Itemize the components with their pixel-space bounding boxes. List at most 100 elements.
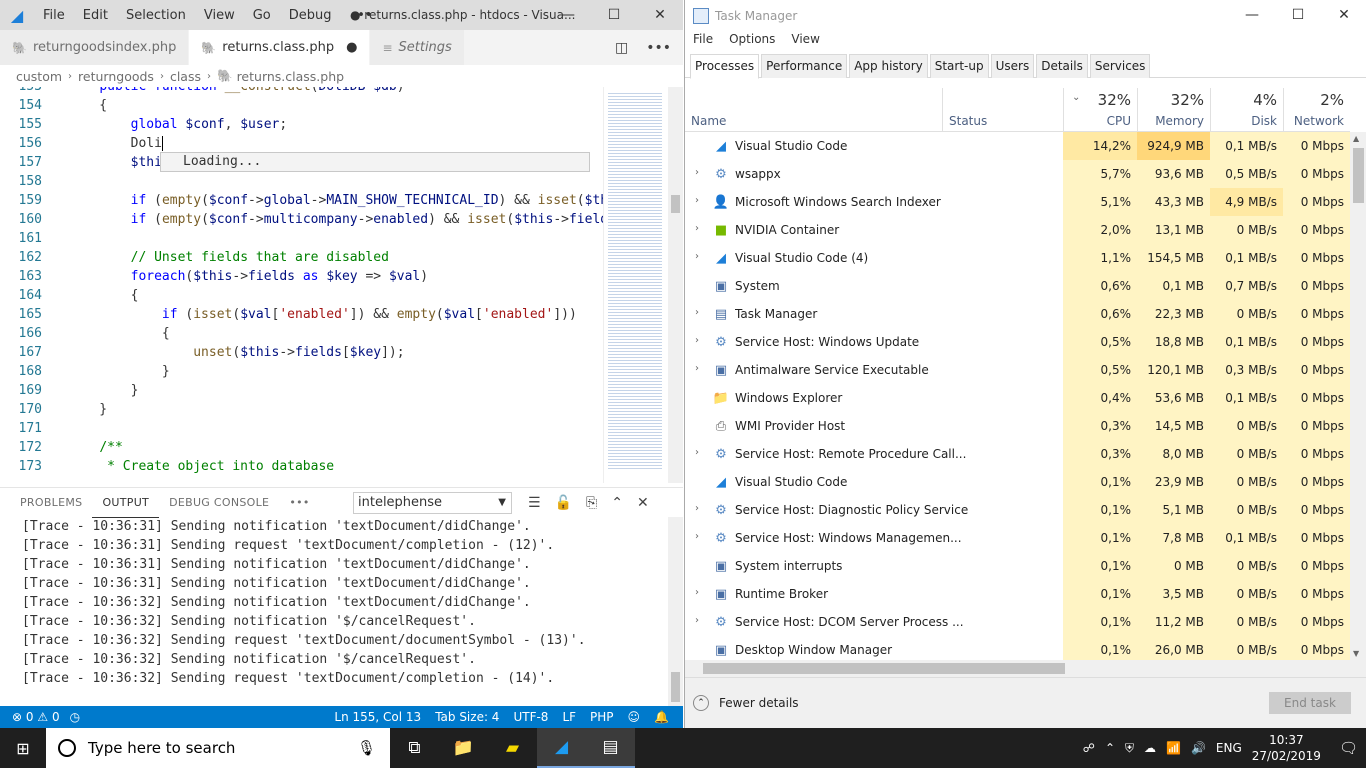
code-line[interactable]: { (68, 286, 603, 305)
process-row[interactable]: › 👤 Microsoft Windows Search Indexer 5,1% 43… (685, 188, 1350, 216)
problems-status[interactable]: ⊗ 0 ⚠ 0 (12, 710, 60, 724)
code-line[interactable]: if (empty($conf->global->MAIN_SHOW_TECHN… (68, 191, 603, 210)
process-row[interactable]: › ▣ Antimalware Service Executable 0,5% 120,… (685, 356, 1350, 384)
feedback-smiley-icon[interactable]: ☺ (628, 710, 641, 724)
process-row[interactable]: › ⚙ Service Host: Remote Procedure Call...… (685, 440, 1350, 468)
code-line[interactable]: public function __construct(DoliDB $db) (68, 87, 603, 96)
tab-processes[interactable]: Processes (690, 54, 760, 79)
code-line[interactable] (68, 172, 603, 191)
code-line[interactable]: global $conf, $user; (68, 115, 603, 134)
task-view-icon[interactable]: ⧉ (390, 728, 439, 768)
process-row[interactable]: ▣ Desktop Window Manager 0,1% 26,0 MB 0 MB/s… (685, 636, 1350, 660)
process-row[interactable]: › ⚙ Service Host: DCOM Server Process ... 0… (685, 608, 1350, 636)
input-language[interactable]: ENG (1216, 741, 1242, 755)
expand-chevron-icon[interactable]: › (695, 195, 699, 206)
scroll-down-icon[interactable]: ▼ (1353, 649, 1359, 658)
hscrollbar-thumb[interactable] (703, 663, 1065, 674)
editor-scrollbar[interactable] (668, 87, 683, 483)
column-network[interactable]: 2% Network (1283, 88, 1350, 132)
expand-chevron-icon[interactable]: › (695, 503, 699, 514)
process-row[interactable]: › ⚙ wsappx 5,7% 93,6 MB 0,5 MB/s 0 Mbps (685, 160, 1350, 188)
code-line[interactable]: foreach($this->fields as $key => $val) (68, 267, 603, 286)
suggest-widget[interactable]: Loading... (160, 152, 590, 172)
cursor-position[interactable]: Ln 155, Col 13 (334, 710, 421, 724)
menu-item[interactable]: Debug (280, 8, 341, 23)
defender-icon[interactable]: ⛨ (1125, 741, 1134, 756)
code-line[interactable]: Doli (68, 134, 603, 153)
people-icon[interactable]: ☍ (1083, 741, 1095, 755)
tab-users[interactable]: Users (990, 54, 1035, 78)
minimize-icon[interactable]: — (545, 0, 591, 30)
expand-chevron-icon[interactable]: › (695, 307, 699, 318)
output-log[interactable]: [Trace - 10:36:31] Sending notification … (0, 517, 668, 702)
code-line[interactable]: } (68, 381, 603, 400)
panel-more-icon[interactable]: ••• (279, 488, 319, 518)
process-row[interactable]: 📁 Windows Explorer 0,4% 53,6 MB 0,1 MB/s 0 Mb… (685, 384, 1350, 412)
tab-details[interactable]: Details (1036, 54, 1088, 78)
tab-performance[interactable]: Performance (761, 54, 848, 78)
expand-chevron-icon[interactable]: › (695, 251, 699, 262)
code-line[interactable]: } (68, 362, 603, 381)
scrollbar-thumb[interactable] (1353, 148, 1364, 203)
breadcrumb-item[interactable]: class (170, 69, 201, 84)
close-icon[interactable]: ✕ (1321, 0, 1366, 30)
column-cpu[interactable]: ⌄ 32% CPU (1063, 88, 1137, 132)
tab-returngoodsindex[interactable]: 🐘 returngoodsindex.php (0, 30, 190, 65)
expand-chevron-icon[interactable]: › (695, 615, 699, 626)
process-row[interactable]: ◢ Visual Studio Code 14,2% 924,9 MB 0,1 MB/s… (685, 132, 1350, 160)
minimize-icon[interactable]: — (1229, 0, 1275, 30)
dirty-indicator-icon[interactable]: ● (346, 40, 357, 55)
process-row[interactable]: ▣ System 0,6% 0,1 MB 0,7 MB/s 0 Mbps (685, 272, 1350, 300)
volume-icon[interactable]: 🔊 (1191, 741, 1206, 755)
expand-chevron-icon[interactable]: › (695, 223, 699, 234)
column-memory[interactable]: 32% Memory (1137, 88, 1210, 132)
process-row[interactable]: ▣ System interrupts 0,1% 0 MB 0 MB/s 0 Mbps (685, 552, 1350, 580)
code-line[interactable]: } (68, 400, 603, 419)
windows-start-icon[interactable]: ⊞ (0, 728, 46, 768)
end-task-button[interactable]: End task (1269, 692, 1351, 714)
code-line[interactable]: // Unset fields that are disabled (68, 248, 603, 267)
menu-options[interactable]: Options (721, 32, 783, 52)
process-row[interactable]: ◢ Visual Studio Code 0,1% 23,9 MB 0 MB/s 0 Mb… (685, 468, 1350, 496)
expand-chevron-icon[interactable]: › (695, 363, 699, 374)
code-line[interactable]: { (68, 96, 603, 115)
menu-file[interactable]: File (685, 32, 721, 52)
clear-output-icon[interactable]: ☰ (528, 495, 541, 511)
code-line[interactable]: * Create object into database (68, 457, 603, 476)
maximize-icon[interactable]: ☐ (591, 0, 637, 30)
line-ending[interactable]: LF (562, 710, 576, 724)
process-row[interactable]: › ⚙ Service Host: Windows Update 0,5% 18,8 M… (685, 328, 1350, 356)
process-row[interactable]: › ▣ Runtime Broker 0,1% 3,5 MB 0 MB/s 0 Mbps (685, 580, 1350, 608)
code-lines[interactable]: public function __construct(DoliDB $db) … (68, 87, 603, 476)
output-channel-select[interactable]: intelephense ▼ (353, 492, 512, 514)
breadcrumb-item[interactable]: custom (16, 69, 62, 84)
microphone-icon[interactable]: 🎙 (357, 739, 376, 757)
indentation[interactable]: Tab Size: 4 (435, 710, 499, 724)
process-list-hscrollbar[interactable] (685, 660, 1366, 677)
code-line[interactable]: { (68, 324, 603, 343)
sticky-notes-icon[interactable]: ▰ (488, 728, 537, 768)
more-actions-icon[interactable]: ••• (646, 40, 671, 56)
code-line[interactable]: unset($this->fields[$key]); (68, 343, 603, 362)
column-disk[interactable]: 4% Disk (1210, 88, 1283, 132)
menu-item[interactable]: Go (244, 8, 280, 23)
show-hidden-icons-chevron-icon[interactable]: ⌃ (1105, 741, 1115, 755)
tab-debug-console[interactable]: DEBUG CONSOLE (159, 488, 279, 518)
encoding[interactable]: UTF-8 (513, 710, 548, 724)
expand-chevron-icon[interactable]: › (695, 587, 699, 598)
onedrive-icon[interactable]: ☁ (1144, 741, 1156, 755)
minimap[interactable] (603, 87, 667, 483)
language-mode[interactable]: PHP (590, 710, 614, 724)
process-row[interactable]: › ⚙ Service Host: Diagnostic Policy Servic… (685, 496, 1350, 524)
tab-settings[interactable]: ≡ Settings (370, 30, 465, 65)
tab-problems[interactable]: PROBLEMS (10, 488, 92, 518)
process-row[interactable]: ⎙ WMI Provider Host 0,3% 14,5 MB 0 MB/s 0 Mbp… (685, 412, 1350, 440)
maximize-icon[interactable]: ☐ (1275, 0, 1321, 30)
breadcrumb-item[interactable]: returns.class.php (237, 69, 345, 84)
network-icon[interactable]: 📶 (1166, 741, 1181, 755)
notifications-bell-icon[interactable]: 🔔 (654, 710, 669, 724)
tab-services[interactable]: Services (1089, 54, 1151, 78)
tab-startup[interactable]: Start-up (929, 54, 989, 78)
process-row[interactable]: › ◢ Visual Studio Code (4) 1,1% 154,5 MB 0,1 … (685, 244, 1350, 272)
close-panel-icon[interactable]: ✕ (637, 495, 649, 511)
